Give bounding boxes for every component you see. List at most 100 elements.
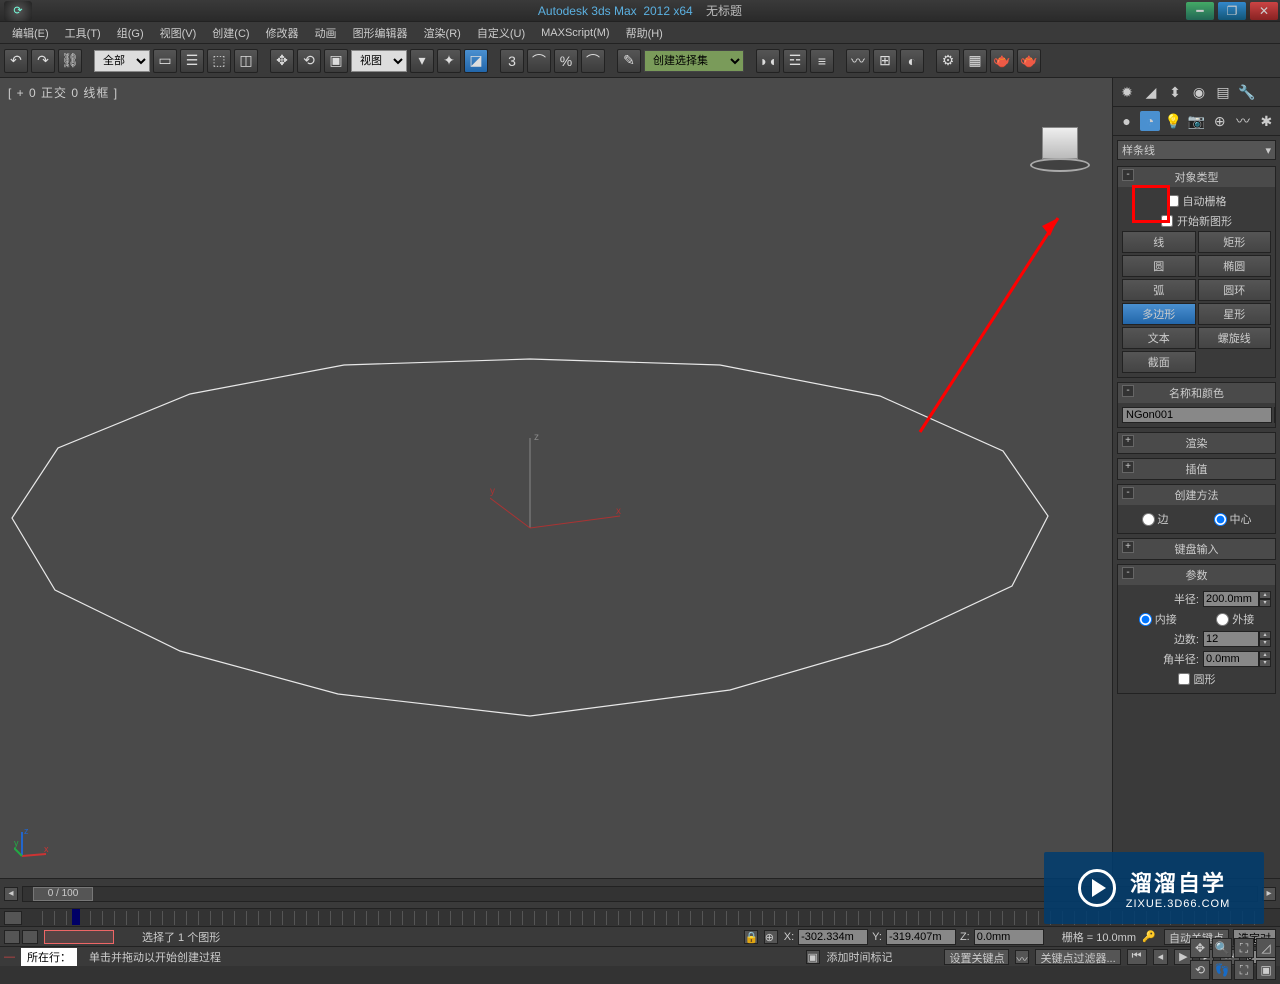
add-marker-label[interactable]: 添加时间标记: [826, 949, 892, 965]
menu-customize[interactable]: 自定义(U): [471, 23, 531, 43]
tag-icon[interactable]: ▣: [806, 950, 820, 964]
app-icon[interactable]: ⟳: [4, 1, 32, 21]
menu-render[interactable]: 渲染(R): [418, 23, 467, 43]
snap-toggle-icon[interactable]: ◪: [464, 49, 488, 73]
utilities-tab-icon[interactable]: 🔧: [1237, 82, 1257, 102]
menu-maxscript[interactable]: MAXScript(M): [535, 25, 615, 41]
cameras-icon[interactable]: 📷: [1187, 111, 1206, 131]
obj-section[interactable]: 截面: [1122, 351, 1196, 373]
helpers-icon[interactable]: ⊕: [1210, 111, 1229, 131]
edge-radio[interactable]: [1142, 513, 1155, 526]
rollout-keyboard[interactable]: +键盘输入: [1118, 539, 1275, 559]
motion-tab-icon[interactable]: ◉: [1189, 82, 1209, 102]
setkey-button[interactable]: 设置关键点: [944, 949, 1009, 965]
viewport-label[interactable]: [ + 0 正交 0 线框 ]: [8, 84, 118, 101]
y-coord-input[interactable]: [886, 929, 956, 945]
rollout-create-method[interactable]: -创建方法: [1118, 485, 1275, 505]
named-selection-set[interactable]: 创建选择集: [644, 50, 744, 72]
zoom-ext-icon[interactable]: ⛶: [1234, 938, 1254, 958]
window-cross-icon[interactable]: ◫: [234, 49, 258, 73]
fov-icon[interactable]: ◿: [1256, 938, 1276, 958]
menu-modifier[interactable]: 修改器: [260, 23, 305, 43]
menu-help[interactable]: 帮助(H): [620, 23, 669, 43]
obj-circle[interactable]: 圆: [1122, 255, 1196, 277]
editnamed-icon[interactable]: ✎: [617, 49, 641, 73]
select-name-icon[interactable]: ☰: [180, 49, 204, 73]
link-icon[interactable]: ⛓: [58, 49, 82, 73]
rollout-params[interactable]: -参数: [1118, 565, 1275, 585]
status-icon-2[interactable]: [22, 930, 38, 944]
move-icon[interactable]: ✥: [270, 49, 294, 73]
create-tab-icon[interactable]: ✹: [1117, 82, 1137, 102]
align-icon[interactable]: ☲: [783, 49, 807, 73]
menu-tools[interactable]: 工具(T): [59, 23, 107, 43]
pan-icon[interactable]: ✥: [1190, 938, 1210, 958]
curve-editor-icon[interactable]: 〰: [846, 49, 870, 73]
viewport[interactable]: [ + 0 正交 0 线框 ] z x y z x y: [0, 78, 1112, 878]
status-icon-1[interactable]: [4, 930, 20, 944]
rollout-object-type[interactable]: -对象类型: [1118, 167, 1275, 187]
hierarchy-tab-icon[interactable]: ⬍: [1165, 82, 1185, 102]
menu-view[interactable]: 视图(V): [154, 23, 203, 43]
radius-input[interactable]: [1203, 591, 1259, 607]
corner-input[interactable]: [1203, 651, 1259, 667]
inscribe-radio[interactable]: [1139, 613, 1152, 626]
object-color-swatch[interactable]: [1274, 407, 1276, 423]
obj-ngon[interactable]: 多边形: [1122, 303, 1196, 325]
obj-text[interactable]: 文本: [1122, 327, 1196, 349]
shapes-icon[interactable]: ◔: [1140, 111, 1159, 131]
geometry-icon[interactable]: ●: [1117, 111, 1136, 131]
systems-icon[interactable]: ✱: [1257, 111, 1276, 131]
track-bar[interactable]: [44, 930, 114, 944]
menu-animation[interactable]: 动画: [309, 23, 343, 43]
render-setup-icon[interactable]: ⚙: [936, 49, 960, 73]
material-icon[interactable]: ◐: [900, 49, 924, 73]
menu-edit[interactable]: 编辑(E): [6, 23, 55, 43]
rect-select-icon[interactable]: ⬚: [207, 49, 231, 73]
spinner-up-icon[interactable]: ▴: [1259, 591, 1271, 599]
ref-coord-select[interactable]: 视图: [351, 50, 407, 72]
walk-icon[interactable]: 👣: [1212, 960, 1232, 980]
center-radio[interactable]: [1214, 513, 1227, 526]
obj-star[interactable]: 星形: [1198, 303, 1272, 325]
obj-helix[interactable]: 螺旋线: [1198, 327, 1272, 349]
orbit-icon[interactable]: ⟲: [1190, 960, 1210, 980]
goto-start-icon[interactable]: ⏮: [1127, 949, 1147, 965]
time-marker[interactable]: [72, 909, 80, 925]
ruler-toggle-icon[interactable]: [4, 911, 22, 925]
x-coord-input[interactable]: [798, 929, 868, 945]
shape-category-dropdown[interactable]: 样条线▾: [1117, 140, 1276, 160]
spinner-down-icon[interactable]: ▾: [1259, 599, 1271, 607]
manip-icon[interactable]: ✦: [437, 49, 461, 73]
min-max-icon[interactable]: ▣: [1256, 960, 1276, 980]
obj-ellipse[interactable]: 椭圆: [1198, 255, 1272, 277]
spinner-snap-icon[interactable]: ⌒: [581, 49, 605, 73]
percent-snap-icon[interactable]: %: [554, 49, 578, 73]
obj-arc[interactable]: 弧: [1122, 279, 1196, 301]
pivot-icon[interactable]: ▾: [410, 49, 434, 73]
menu-create[interactable]: 创建(C): [206, 23, 255, 43]
lock-icon[interactable]: 🔒: [744, 930, 758, 944]
menu-group[interactable]: 组(G): [111, 23, 150, 43]
circum-radio[interactable]: [1216, 613, 1229, 626]
rollout-name-color[interactable]: -名称和颜色: [1118, 383, 1275, 403]
z-coord-input[interactable]: [974, 929, 1044, 945]
selection-filter[interactable]: 全部: [94, 50, 150, 72]
schematic-icon[interactable]: ⊞: [873, 49, 897, 73]
keymode-icon[interactable]: 〰: [1015, 950, 1029, 964]
redo-icon[interactable]: ↷: [31, 49, 55, 73]
minimize-button[interactable]: ━: [1186, 2, 1214, 20]
obj-rectangle[interactable]: 矩形: [1198, 231, 1272, 253]
rollout-interp[interactable]: +插值: [1118, 459, 1275, 479]
zoom-icon[interactable]: 🔍: [1212, 938, 1232, 958]
mirror-icon[interactable]: ◗◖: [756, 49, 780, 73]
maximize-button[interactable]: ❐: [1218, 2, 1246, 20]
time-prev-icon[interactable]: ◂: [4, 887, 18, 901]
menu-grapheditor[interactable]: 图形编辑器: [347, 23, 414, 43]
sides-input[interactable]: [1203, 631, 1259, 647]
lights-icon[interactable]: 💡: [1164, 111, 1183, 131]
rotate-icon[interactable]: ⟲: [297, 49, 321, 73]
render-icon[interactable]: 🫖: [990, 49, 1014, 73]
layer-icon[interactable]: ≡: [810, 49, 834, 73]
spacewarps-icon[interactable]: 〰: [1233, 111, 1252, 131]
